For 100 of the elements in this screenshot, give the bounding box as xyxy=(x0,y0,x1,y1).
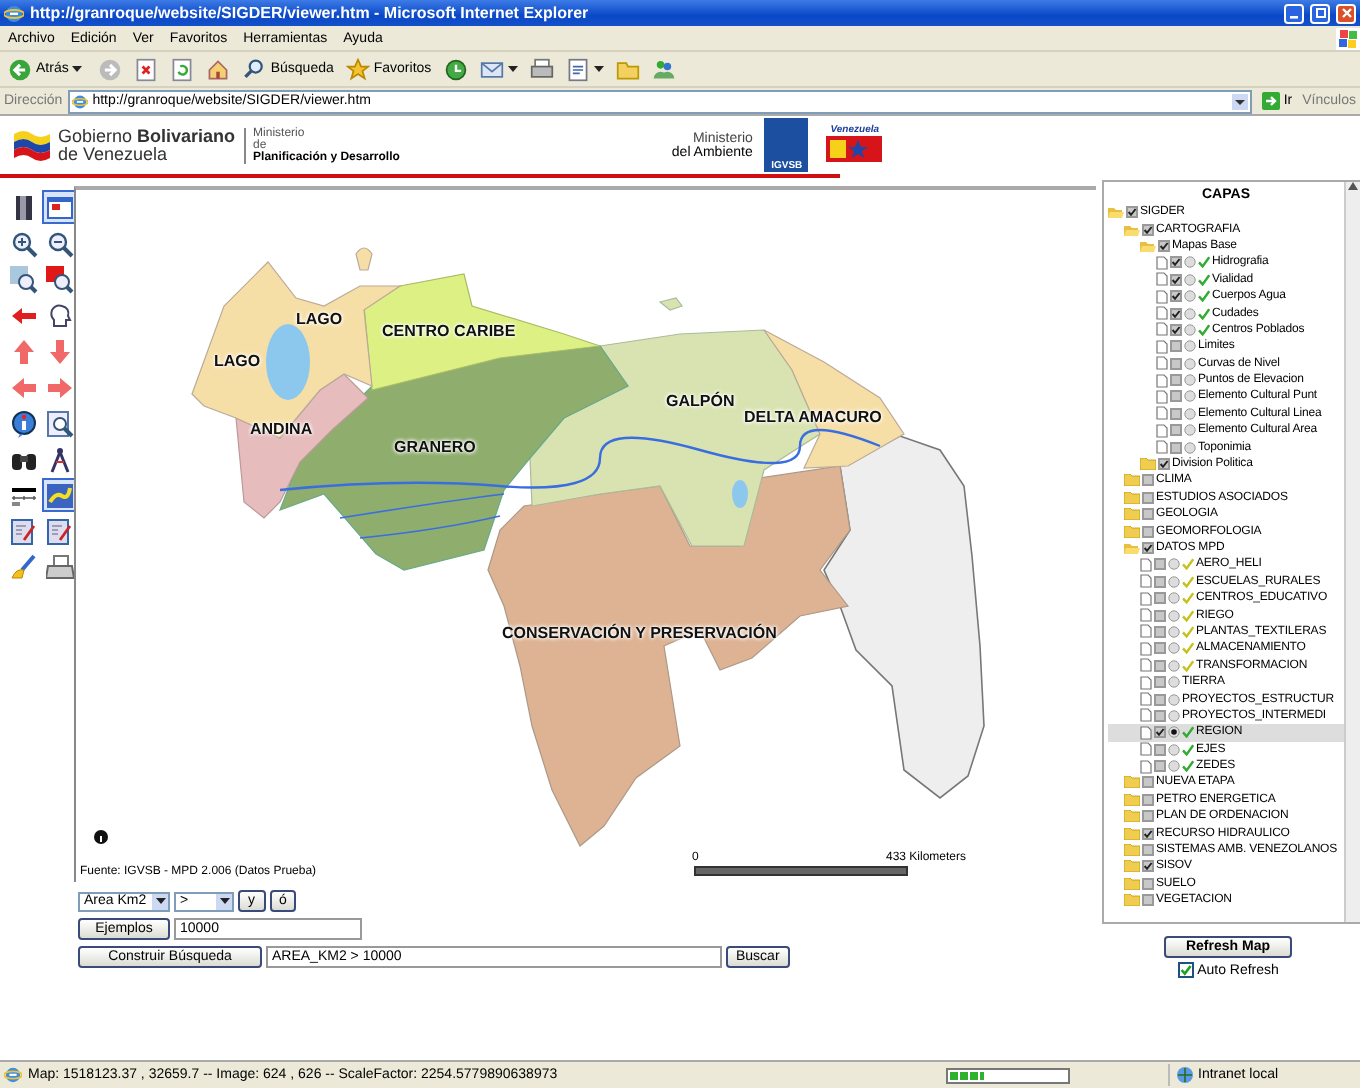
radio-button[interactable] xyxy=(1184,441,1196,454)
printer-tool[interactable] xyxy=(42,550,76,584)
zoom-in-icon xyxy=(9,229,37,257)
radio-button[interactable] xyxy=(1168,693,1180,706)
checkbox[interactable] xyxy=(1142,491,1154,504)
radio-button[interactable] xyxy=(1168,592,1180,605)
checkbox[interactable] xyxy=(1170,441,1182,454)
checkbox[interactable] xyxy=(1142,844,1154,857)
checkbox[interactable] xyxy=(1170,256,1182,269)
folder-icon[interactable] xyxy=(1124,776,1140,789)
checkbox[interactable] xyxy=(1154,659,1166,672)
folder-icon[interactable] xyxy=(1124,894,1140,907)
checkbox[interactable] xyxy=(1170,307,1182,320)
checkbox[interactable] xyxy=(1170,323,1182,336)
brush-tool[interactable] xyxy=(6,550,40,584)
checkbox[interactable] xyxy=(1142,508,1154,521)
radio-button[interactable] xyxy=(1168,609,1180,622)
radio-button[interactable] xyxy=(1168,709,1180,722)
checkbox[interactable] xyxy=(1170,407,1182,420)
radio-button[interactable] xyxy=(1184,424,1196,437)
radio-button[interactable] xyxy=(1168,642,1180,655)
radio-button[interactable] xyxy=(1184,256,1196,269)
window-tool[interactable] xyxy=(42,190,76,224)
radio-button[interactable] xyxy=(1184,374,1196,387)
radio-button[interactable] xyxy=(1184,307,1196,320)
checkbox[interactable] xyxy=(1170,374,1182,387)
minimize-button[interactable] xyxy=(1284,3,1304,23)
radio-button[interactable] xyxy=(1184,357,1196,370)
checkbox[interactable] xyxy=(1142,542,1154,554)
checkbox[interactable] xyxy=(1154,642,1166,655)
folder-icon[interactable] xyxy=(1124,793,1140,806)
checkbox[interactable] xyxy=(1142,827,1154,840)
windows-logo-icon xyxy=(1336,27,1360,49)
radio-button[interactable] xyxy=(1184,340,1196,353)
checkbox[interactable] xyxy=(1126,206,1138,219)
checkbox[interactable] xyxy=(1154,575,1166,588)
checkbox[interactable] xyxy=(1170,340,1182,353)
checkbox[interactable] xyxy=(1154,726,1166,739)
checkbox[interactable] xyxy=(1154,743,1166,756)
checkbox[interactable] xyxy=(1142,525,1154,538)
radio-button[interactable] xyxy=(1168,726,1180,739)
document-pencil-icon xyxy=(9,517,37,545)
checkbox[interactable] xyxy=(1154,760,1166,773)
folder-icon[interactable] xyxy=(1124,491,1140,504)
scrollbar[interactable] xyxy=(1344,182,1360,922)
radio-button[interactable] xyxy=(1168,743,1180,756)
checkbox[interactable] xyxy=(1142,474,1154,487)
folder-icon[interactable] xyxy=(1124,508,1140,521)
checkbox[interactable] xyxy=(1158,458,1170,471)
dropdown-icon[interactable] xyxy=(1231,93,1248,109)
people-icon xyxy=(651,57,676,81)
checkbox[interactable] xyxy=(1154,558,1166,571)
radio-button[interactable] xyxy=(1168,558,1180,571)
checkbox[interactable] xyxy=(1154,676,1166,689)
region-label: ANDINA xyxy=(250,420,313,438)
radio-button[interactable] xyxy=(1168,625,1180,638)
radio-button[interactable] xyxy=(1168,760,1180,773)
checkbox[interactable] xyxy=(1170,390,1182,403)
radio-button[interactable] xyxy=(1168,575,1180,588)
checkbox[interactable] xyxy=(1142,877,1154,890)
page-icon xyxy=(4,1066,22,1084)
checkbox[interactable] xyxy=(1142,776,1154,789)
checkbox[interactable] xyxy=(1170,290,1182,303)
zoom-extent-tool[interactable] xyxy=(6,262,40,296)
radio-button[interactable] xyxy=(1184,273,1196,286)
printer-button[interactable] xyxy=(525,54,558,84)
go-arrow-icon xyxy=(1261,92,1280,110)
checkbox[interactable] xyxy=(1154,709,1166,722)
checkbox[interactable] xyxy=(1154,693,1166,706)
checkbox[interactable] xyxy=(1142,793,1154,806)
radio-button[interactable] xyxy=(1184,407,1196,420)
checkbox[interactable] xyxy=(1142,860,1154,873)
checkbox[interactable] xyxy=(1142,894,1154,907)
close-button[interactable] xyxy=(1336,3,1356,23)
checkbox[interactable] xyxy=(1170,424,1182,437)
checkbox[interactable] xyxy=(1154,625,1166,638)
checkbox[interactable] xyxy=(1170,273,1182,286)
radio-button[interactable] xyxy=(1184,390,1196,403)
checkbox[interactable] xyxy=(1170,357,1182,370)
arrow-up-icon xyxy=(9,337,37,365)
radio-button[interactable] xyxy=(1184,323,1196,336)
checkbox[interactable] xyxy=(1154,592,1166,605)
info-tool[interactable] xyxy=(6,406,40,440)
document-pencil-tool[interactable] xyxy=(42,514,76,548)
radio-button[interactable] xyxy=(1168,676,1180,689)
document-search-tool[interactable] xyxy=(42,406,76,440)
folder-icon[interactable] xyxy=(1124,474,1140,487)
radio-button[interactable] xyxy=(1184,290,1196,303)
checkbox[interactable] xyxy=(1142,223,1154,236)
checkbox[interactable] xyxy=(1177,962,1194,978)
document-pencil-tool[interactable] xyxy=(6,514,40,548)
stop-icon xyxy=(134,57,159,81)
checkbox[interactable] xyxy=(1142,810,1154,823)
line-tool-tool[interactable] xyxy=(42,478,76,512)
dropdown-icon xyxy=(155,898,165,904)
radio-button[interactable] xyxy=(1168,659,1180,672)
region-label: CONSERVACIÓN Y PRESERVACIÓN xyxy=(502,624,777,642)
checkbox[interactable] xyxy=(1154,609,1166,622)
checkbox[interactable] xyxy=(1158,239,1170,252)
maximize-button[interactable] xyxy=(1310,3,1330,23)
